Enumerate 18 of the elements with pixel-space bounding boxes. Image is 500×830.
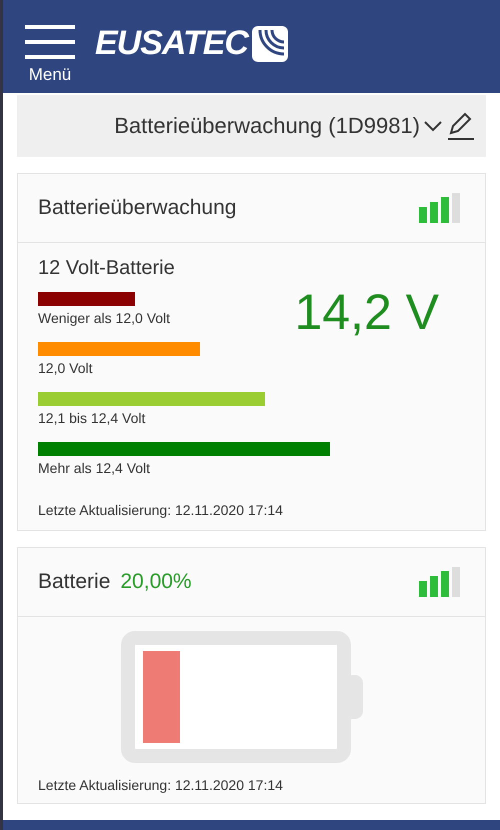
legend-label: 12,1 bis 12,4 Volt	[38, 410, 146, 426]
last-update: Letzte Aktualisierung: 12.11.2020 17:14	[38, 502, 284, 518]
legend-label: 12,0 Volt	[38, 360, 94, 376]
logo[interactable]: EUSATEC	[95, 24, 288, 63]
battery-percent: 20,00%	[120, 570, 192, 594]
last-update: Letzte Aktualisierung: 12.11.2020 17:14	[38, 777, 284, 793]
signal-icon	[419, 567, 463, 597]
card-title: Batterie	[38, 570, 110, 594]
signal-icon	[419, 193, 463, 223]
legend-label: Weniger als 12,0 Volt	[38, 310, 172, 326]
menu-button[interactable]: Menü	[25, 8, 75, 84]
legend-label: Mehr als 12,4 Volt	[38, 460, 152, 476]
edit-icon[interactable]	[446, 111, 474, 141]
battery-type: 12 Volt-Batterie	[38, 257, 176, 280]
voltage-reading: 14,2 V	[294, 283, 439, 341]
caret-icon[interactable]	[424, 120, 442, 132]
card-title: Batterieüberwachung	[38, 196, 236, 220]
device-dropdown[interactable]: Batterieüberwachung (1D9981)	[17, 95, 486, 157]
